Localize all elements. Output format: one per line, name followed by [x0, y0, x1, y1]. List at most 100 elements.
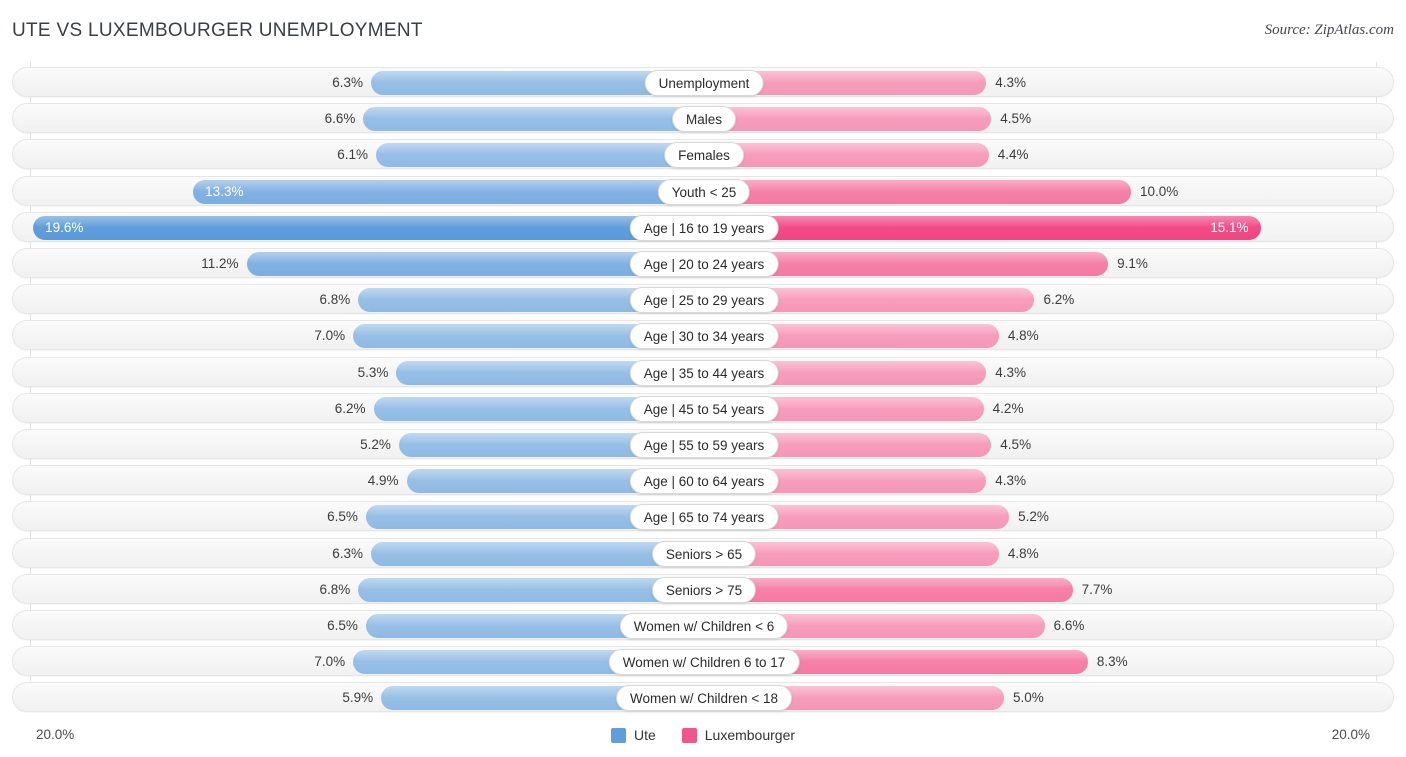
chart-plot-area: 6.3% 4.3% Unemployment 6.6% 4.5% Males 6.1% 4.4… — [0, 62, 1406, 717]
bar-ute — [376, 143, 704, 168]
legend-swatch-icon — [681, 727, 697, 743]
bar-ute — [363, 107, 704, 132]
bar-value-ute: 11.2% — [201, 256, 239, 271]
category-label-pill: Youth < 25 — [657, 178, 751, 205]
category-label-pill: Females — [664, 142, 744, 169]
category-label-pill: Seniors > 75 — [651, 576, 757, 603]
bar-value-luxembourger: 4.5% — [1000, 437, 1032, 452]
legend-item[interactable]: Luxembourger — [681, 727, 796, 743]
bar-value-ute: 7.0% — [314, 328, 346, 344]
table-row: 7.0% 4.8% Age | 30 to 34 years — [12, 320, 1395, 351]
bar-value-luxembourger: 8.3% — [1096, 654, 1128, 670]
bar-value-ute: 6.6% — [324, 111, 356, 127]
category-label-pill: Women w/ Children 6 to 17 — [608, 649, 800, 676]
bar-value-luxembourger: 6.2% — [1043, 292, 1075, 308]
bar-value-ute: 6.5% — [327, 509, 358, 525]
bar-value-luxembourger: 4.2% — [992, 400, 1024, 416]
bar-value-ute: 4.9% — [367, 473, 399, 489]
bar-value-luxembourger: 4.3% — [995, 473, 1026, 489]
table-row: 11.2% 9.1% Age | 20 to 24 years — [12, 248, 1394, 278]
legend-item[interactable]: Ute — [610, 727, 656, 743]
row-bars: 6.3% 4.3% Unemployment — [13, 68, 1395, 98]
bar-luxembourger — [704, 107, 992, 132]
category-label-pill: Age | 60 to 64 years — [629, 468, 779, 495]
category-label-pill: Age | 30 to 34 years — [629, 323, 779, 350]
category-label-pill: Age | 35 to 44 years — [629, 359, 779, 386]
bar-luxembourger — [704, 577, 1073, 602]
chart-page: UTE VS LUXEMBOURGER UNEMPLOYMENT Source:… — [0, 0, 1406, 757]
table-row: 6.3% 4.3% Unemployment — [12, 67, 1394, 97]
row-bars: 6.5% 6.6% Women w/ Children < 6 — [13, 611, 1395, 641]
category-label-pill: Age | 16 to 19 years — [629, 214, 779, 241]
row-bars: 5.3% 4.3% Age | 35 to 44 years — [13, 358, 1395, 388]
legend-label: Luxembourger — [704, 727, 796, 743]
table-row: 6.6% 4.5% Males — [12, 103, 1395, 134]
bar-value-luxembourger: 4.4% — [997, 147, 1029, 163]
table-row: 19.6% 15.1% Age | 16 to 19 years — [12, 211, 1395, 243]
table-row: 13.3% 10.0% Youth < 25 — [12, 175, 1395, 207]
bar-value-luxembourger: 5.0% — [1013, 690, 1044, 706]
bar-value-luxembourger: 9.1% — [1117, 256, 1148, 271]
row-bars: 19.6% 15.1% Age | 16 to 19 years — [13, 213, 1395, 243]
bar-value-ute: 5.3% — [357, 364, 389, 380]
row-bars: 4.9% 4.3% Age | 60 to 64 years — [13, 466, 1395, 496]
category-label-pill: Age | 25 to 29 years — [629, 287, 779, 314]
bar-value-luxembourger: 4.3% — [995, 364, 1026, 380]
table-row: 6.1% 4.4% Females — [12, 139, 1395, 170]
category-label-pill: Women w/ Children < 18 — [616, 685, 792, 712]
table-row: 6.5% 6.6% Women w/ Children < 6 — [12, 610, 1394, 640]
bar-luxembourger — [704, 143, 989, 168]
bar-ute — [193, 179, 704, 204]
page-title: UTE VS LUXEMBOURGER UNEMPLOYMENT — [12, 20, 423, 41]
row-bars: 6.3% 4.8% Seniors > 65 — [13, 539, 1395, 569]
bar-value-ute: 5.9% — [342, 690, 374, 706]
bar-value-ute: 6.2% — [334, 400, 366, 416]
bar-value-ute: 6.5% — [327, 618, 358, 633]
table-row: 6.3% 4.8% Seniors > 65 — [12, 537, 1395, 569]
bar-value-luxembourger: 5.2% — [1018, 509, 1049, 525]
bar-value-ute: 6.1% — [337, 147, 369, 163]
bar-value-luxembourger: 15.1% — [1210, 219, 1249, 235]
bar-value-ute: 6.3% — [332, 75, 363, 90]
row-bars: 13.3% 10.0% Youth < 25 — [13, 177, 1395, 207]
bar-value-luxembourger: 4.8% — [1007, 545, 1039, 561]
source-attribution: Source: ZipAtlas.com — [1264, 22, 1394, 38]
bar-value-luxembourger: 4.3% — [995, 75, 1026, 90]
row-bars: 5.2% 4.5% Age | 55 to 59 years — [13, 430, 1395, 460]
bar-luxembourger — [704, 179, 1131, 204]
row-bars: 7.0% 8.3% Women w/ Children 6 to 17 — [13, 647, 1395, 677]
category-label-pill: Age | 20 to 24 years — [629, 251, 779, 277]
category-label-pill: Unemployment — [644, 70, 764, 96]
row-bars: 6.5% 5.2% Age | 65 to 74 years — [13, 502, 1395, 532]
row-bars: 7.0% 4.8% Age | 30 to 34 years — [13, 321, 1395, 351]
category-label-pill: Women w/ Children < 6 — [619, 613, 789, 639]
category-label-pill: Males — [671, 106, 737, 133]
bar-value-ute: 13.3% — [205, 183, 244, 199]
table-row: 6.8% 7.7% Seniors > 75 — [12, 573, 1394, 604]
bar-value-luxembourger: 7.7% — [1081, 581, 1113, 597]
chart-footer: 20.0% 20.0% Ute Luxembourger — [0, 717, 1406, 757]
category-label-pill: Age | 65 to 74 years — [629, 504, 779, 531]
row-bars: 11.2% 9.1% Age | 20 to 24 years — [13, 249, 1395, 279]
category-label-pill: Age | 45 to 54 years — [629, 395, 779, 422]
bar-value-ute: 6.3% — [332, 545, 363, 561]
row-bars: 6.6% 4.5% Males — [13, 104, 1395, 134]
category-label-pill: Age | 55 to 59 years — [629, 432, 779, 458]
bar-value-ute: 6.8% — [319, 292, 351, 308]
legend-swatch-icon — [610, 727, 626, 743]
bar-ute — [33, 215, 704, 240]
table-row: 5.2% 4.5% Age | 55 to 59 years — [12, 429, 1394, 459]
bar-value-luxembourger: 4.5% — [1000, 111, 1032, 127]
table-row: 7.0% 8.3% Women w/ Children 6 to 17 — [12, 646, 1395, 677]
legend-label: Ute — [633, 727, 656, 743]
row-bars: 6.1% 4.4% Females — [13, 140, 1395, 170]
table-row: 6.5% 5.2% Age | 65 to 74 years — [12, 501, 1395, 532]
table-row: 5.9% 5.0% Women w/ Children < 18 — [12, 682, 1394, 713]
bar-value-luxembourger: 10.0% — [1140, 183, 1179, 199]
row-bars: 6.2% 4.2% Age | 45 to 54 years — [13, 394, 1395, 424]
bar-value-ute: 6.8% — [319, 581, 351, 597]
bar-value-ute: 7.0% — [314, 654, 346, 670]
bar-value-luxembourger: 4.8% — [1007, 328, 1039, 344]
bar-value-ute: 5.2% — [360, 437, 391, 452]
row-bars: 6.8% 6.2% Age | 25 to 29 years — [13, 285, 1395, 315]
